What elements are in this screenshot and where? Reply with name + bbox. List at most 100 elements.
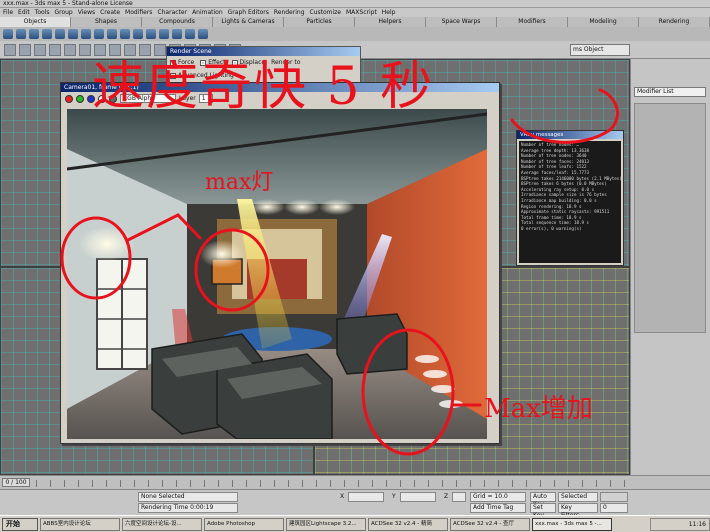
rotate-icon[interactable] — [139, 44, 151, 56]
capsule-icon[interactable] — [185, 29, 195, 39]
menu-graph-editors[interactable]: Graph Editors — [228, 8, 269, 17]
time-slider[interactable]: 0 / 100 — [2, 478, 30, 487]
sphere-icon[interactable] — [16, 29, 26, 39]
tab-rendering[interactable]: Rendering — [639, 17, 710, 27]
key-filters-button[interactable]: Key Filters... — [558, 503, 598, 519]
menu-views[interactable]: Views — [78, 8, 95, 17]
tube-icon[interactable] — [94, 29, 104, 39]
tab-shapes[interactable]: Shapes — [71, 17, 142, 27]
current-frame-field[interactable]: 0 — [600, 503, 628, 513]
alpha-channel-icon[interactable] — [98, 94, 106, 103]
menu-group[interactable]: Group — [54, 8, 72, 17]
taskbar-item[interactable]: 建筑园区Lightscape 3.2... — [286, 517, 366, 531]
key-selection-dropdown[interactable]: Selected — [558, 492, 598, 502]
mono-icon[interactable] — [109, 94, 117, 103]
box-icon[interactable] — [3, 29, 13, 39]
set-key-button[interactable]: Set Key — [530, 503, 556, 519]
unlink-icon[interactable] — [49, 44, 61, 56]
render-to-option[interactable]: Render to — [271, 59, 300, 66]
rendered-interior-image — [67, 109, 487, 439]
red-channel-icon[interactable] — [65, 94, 73, 103]
force-option[interactable]: Force — [170, 59, 194, 66]
undo-icon[interactable] — [4, 44, 16, 56]
oil-tank-icon[interactable] — [172, 29, 182, 39]
tab-modeling[interactable]: Modeling — [568, 17, 639, 27]
tab-modifiers[interactable]: Modifiers — [497, 17, 568, 27]
spindle-icon[interactable] — [198, 29, 208, 39]
geosphere-icon[interactable] — [81, 29, 91, 39]
menu-animation[interactable]: Animation — [192, 8, 223, 17]
channel-dropdown[interactable]: RGB Alpha — [120, 94, 176, 103]
plane-icon[interactable] — [120, 29, 130, 39]
z-coord-label: Z — [444, 493, 449, 500]
playback-controls[interactable] — [600, 492, 628, 502]
force-checkbox[interactable] — [170, 59, 176, 66]
effects-checkbox[interactable] — [200, 59, 207, 66]
menu-file[interactable]: File — [3, 8, 13, 17]
hedra-icon[interactable] — [133, 29, 143, 39]
start-button[interactable]: 开始 — [2, 517, 38, 531]
effects-option[interactable]: Effect — [200, 59, 226, 66]
menu-maxscript[interactable]: MAXScript — [346, 8, 377, 17]
menu-edit[interactable]: Edit — [18, 8, 30, 17]
menu-tools[interactable]: Tools — [35, 8, 50, 17]
tab-compounds[interactable]: Compounds — [142, 17, 213, 27]
teapot-icon[interactable] — [55, 29, 65, 39]
bind-space-warp-icon[interactable] — [64, 44, 76, 56]
taskbar-item[interactable]: xxx.max - 3ds max 5 -... — [532, 517, 612, 531]
green-channel-icon[interactable] — [76, 94, 84, 103]
select-by-name-icon[interactable] — [94, 44, 106, 56]
chamfer-cyl-icon[interactable] — [159, 29, 169, 39]
displacement-option[interactable]: Displace — [231, 59, 265, 66]
menu-help[interactable]: Help — [382, 8, 396, 17]
auto-key-button[interactable]: Auto Key — [530, 492, 556, 508]
layer-spinner[interactable]: 1 — [198, 94, 213, 103]
chamfer-box-icon[interactable] — [146, 29, 156, 39]
tab-particles[interactable]: Particles — [284, 17, 355, 27]
taskbar-item[interactable]: ACDSee 32 v2.4 - 查厅 — [450, 517, 530, 531]
redo-icon[interactable] — [19, 44, 31, 56]
move-icon[interactable] — [124, 44, 136, 56]
taskbar-item[interactable]: ABBS室内设计论坛 — [40, 517, 120, 531]
modifier-stack[interactable] — [634, 103, 706, 333]
vray-messages-log[interactable]: Number of tree nodes: … Average tree dep… — [519, 141, 621, 263]
blue-channel-icon[interactable] — [87, 94, 95, 103]
menu-modifiers[interactable]: Modifiers — [125, 8, 152, 17]
tab-lights-cameras[interactable]: Lights & Cameras — [213, 17, 284, 27]
pyramid-icon[interactable] — [107, 29, 117, 39]
timeline-ticks[interactable] — [36, 480, 630, 487]
taskbar-item[interactable]: ACDSee 32 v2.4 - 精简 — [368, 517, 448, 531]
render-scene-title: Render Scene — [167, 47, 360, 56]
y-coord-field[interactable] — [400, 492, 436, 502]
torus-icon[interactable] — [42, 29, 52, 39]
taskbar-item[interactable]: 六度空间设计论坛-设... — [122, 517, 202, 531]
taskbar-item[interactable]: Adobe Photoshop — [204, 517, 284, 531]
displacement-checkbox[interactable] — [231, 59, 238, 66]
z-coord-field[interactable] — [452, 492, 466, 502]
menu-create[interactable]: Create — [100, 8, 120, 17]
menu-bar: File Edit Tools Group Views Create Modif… — [0, 8, 710, 17]
named-selection-set[interactable]: ms Object — [570, 44, 630, 56]
menu-character[interactable]: Character — [157, 8, 187, 17]
rendered-frame-window: Camera01, frame 0 (1:1) RGB Alpha Layer … — [60, 82, 500, 444]
advanced-lighting-checkbox[interactable] — [170, 72, 176, 79]
select-icon[interactable] — [79, 44, 91, 56]
tab-space-warps[interactable]: Space Warps — [426, 17, 497, 27]
advanced-lighting-option[interactable]: Advanced Lighting — [170, 72, 234, 79]
modifier-list-dropdown[interactable]: Modifier List — [634, 87, 706, 97]
link-icon[interactable] — [34, 44, 46, 56]
status-bar: None Selected Rendering Time 0:00:19 X Y… — [0, 489, 710, 519]
scale-icon[interactable] — [154, 44, 166, 56]
x-coord-field[interactable] — [348, 492, 384, 502]
add-time-tag-button[interactable]: Add Time Tag — [470, 503, 526, 513]
system-tray-clock: 11:16 — [650, 517, 710, 531]
tab-objects[interactable]: Objects — [0, 17, 71, 27]
cone-icon[interactable] — [68, 29, 78, 39]
cylinder-icon[interactable] — [29, 29, 39, 39]
region-select-icon[interactable] — [109, 44, 121, 56]
tab-helpers[interactable]: Helpers — [355, 17, 426, 27]
menu-rendering[interactable]: Rendering — [274, 8, 305, 17]
frame-window-title: Camera01, frame 0 (1:1) — [61, 83, 499, 92]
menu-customize[interactable]: Customize — [310, 8, 342, 17]
y-coord-label: Y — [392, 493, 396, 500]
